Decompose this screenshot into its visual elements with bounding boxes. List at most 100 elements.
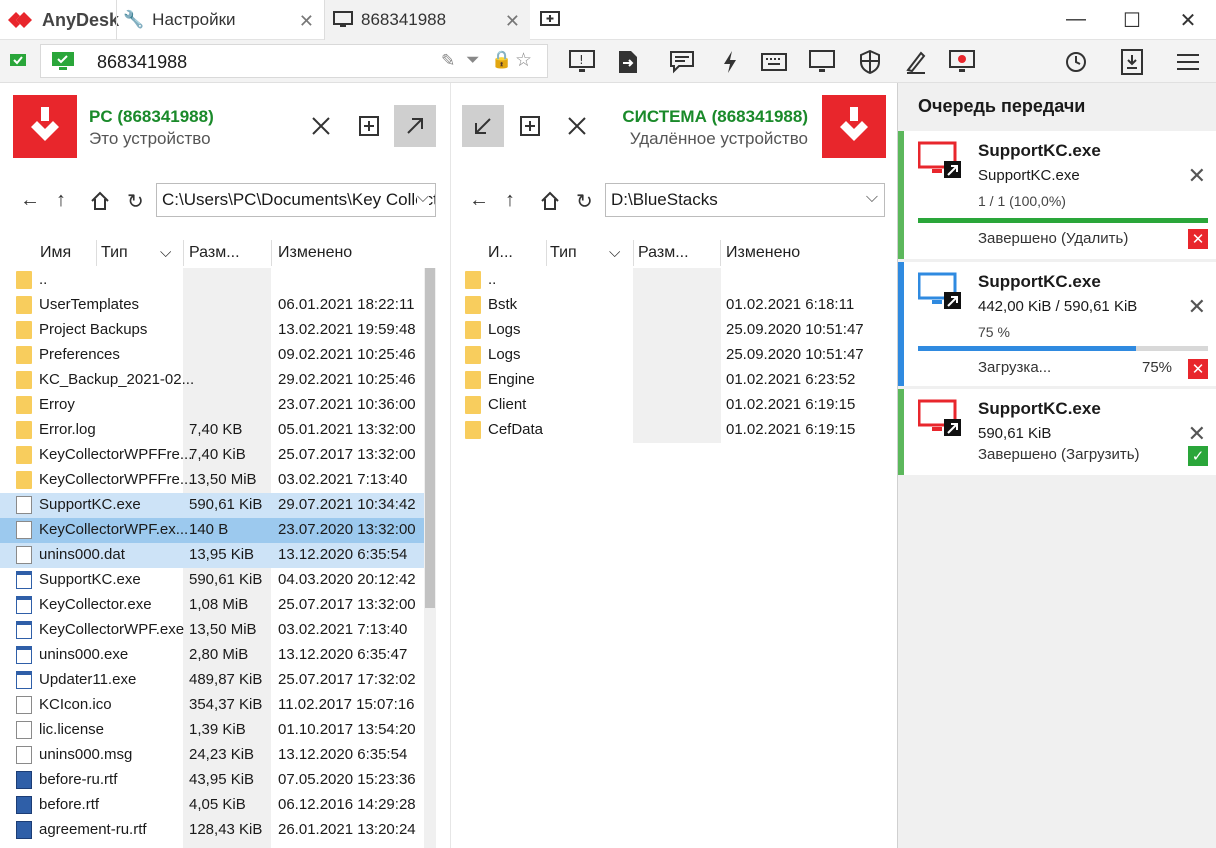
minimize-button[interactable]: — [1064, 8, 1088, 31]
table-row[interactable]: Erroy 23.07.2021 10:36:00 [0, 393, 424, 418]
delete-x-icon[interactable]: ✕ [1188, 229, 1208, 249]
col-modified[interactable]: Изменено [726, 244, 800, 262]
table-row[interactable]: agreement-ru.rtf 128,43 KiB 26.01.2021 13:… [0, 818, 424, 843]
table-row[interactable]: Logs 25.09.2020 10:51:47 [451, 343, 897, 368]
back-arrow-icon[interactable]: ← [20, 189, 40, 212]
tab-settings-label: Настройки [152, 10, 236, 29]
exe-file-icon [16, 596, 32, 614]
lock-icon[interactable]: 🔒 [491, 50, 512, 70]
table-row[interactable]: lic.license 1,39 KiB 01.10.2017 13:54:20 [0, 718, 424, 743]
col-modified[interactable]: Изменено [278, 244, 352, 262]
file-icon [16, 746, 32, 764]
table-row[interactable]: before.rtf 4,05 KiB 06.12.2016 14:29:28 [0, 793, 424, 818]
close-tab-icon[interactable]: ✕ [299, 11, 314, 32]
table-row[interactable]: unins000.dat 13,95 KiB 13.12.2020 6:35:54 [0, 543, 424, 568]
table-row[interactable]: KeyCollectorWPFFre... 7,40 KiB 25.07.2017 … [0, 443, 424, 468]
table-row[interactable]: KeyCollector.exe 1,08 MiB 25.07.2017 13:32… [0, 593, 424, 618]
sort-chevron-icon[interactable]: ⌵ [160, 244, 171, 261]
whiteboard-button[interactable] [902, 48, 930, 76]
display-button[interactable] [808, 48, 836, 76]
col-type[interactable]: Тип [101, 244, 128, 262]
table-row[interactable]: KCIcon.ico 354,37 KiB 11.02.2017 15:07:16 [0, 693, 424, 718]
remote-new-folder-button[interactable] [509, 105, 551, 147]
scrollbar-thumb[interactable] [425, 268, 435, 608]
close-window-button[interactable]: ✕ [1176, 8, 1200, 33]
keyboard-button[interactable] [760, 48, 788, 76]
file-transfer-button[interactable] [614, 48, 642, 76]
address-bar[interactable]: 868341988 ✎ ⏷ 🔒 ☆ [40, 44, 548, 78]
menu-button[interactable] [1174, 48, 1202, 76]
local-path-input[interactable]: C:\Users\PC\Documents\Key Collector ⌵ [156, 183, 436, 217]
file-size: 13,50 MiB [189, 471, 257, 488]
table-row[interactable]: KeyCollectorWPF.exe 13,50 MiB 03.02.2021 7… [0, 618, 424, 643]
table-row[interactable]: Updater11.exe 489,87 KiB 25.07.2017 17:32:… [0, 668, 424, 693]
table-row[interactable]: .. [0, 268, 424, 293]
history-button[interactable] [1062, 48, 1090, 76]
request-elevation-button[interactable]: ! [568, 48, 596, 76]
remove-item-icon[interactable]: ✕ [1188, 294, 1206, 320]
record-button[interactable] [948, 48, 976, 76]
upload-button[interactable] [394, 105, 436, 147]
table-row[interactable]: KC_Backup_2021-02... 29.02.2021 10:25:46 [0, 368, 424, 393]
sort-chevron-icon[interactable]: ⌵ [609, 244, 620, 261]
local-scrollbar[interactable] [424, 268, 436, 848]
remote-path-input[interactable]: D:\BlueStacks ⌵ [605, 183, 885, 217]
file-size: 590,61 KiB [189, 571, 263, 588]
delete-x-icon[interactable]: ✕ [1188, 359, 1208, 379]
filter-icon[interactable]: ⏷ [466, 50, 480, 70]
file-icon [16, 546, 32, 564]
table-row[interactable]: Engine 01.02.2021 6:23:52 [451, 368, 897, 393]
table-row[interactable]: KeyCollectorWPFFre... 13,50 MiB 03.02.2021… [0, 468, 424, 493]
table-row[interactable]: unins000.msg 24,23 KiB 13.12.2020 6:35:54 [0, 743, 424, 768]
chevron-down-icon[interactable]: ⌵ [416, 189, 429, 207]
back-arrow-icon[interactable]: ← [469, 189, 489, 212]
download-button[interactable] [462, 105, 504, 147]
table-row[interactable]: unins000.exe 2,80 MiB 13.12.2020 6:35:47 [0, 643, 424, 668]
table-row[interactable]: Client 01.02.2021 6:19:15 [451, 393, 897, 418]
close-tab-icon[interactable]: ✕ [505, 11, 520, 32]
table-row[interactable]: Logs 25.09.2020 10:51:47 [451, 318, 897, 343]
col-size[interactable]: Разм... [189, 244, 240, 262]
table-row[interactable]: Preferences 09.02.2021 10:25:46 [0, 343, 424, 368]
edit-icon[interactable]: ✎ [441, 51, 455, 71]
table-row[interactable]: KeyCollectorWPF.ex... 140 B 23.07.2020 13:… [0, 518, 424, 543]
col-name[interactable]: Имя [40, 244, 71, 262]
maximize-button[interactable]: ☐ [1120, 8, 1144, 33]
home-icon[interactable] [540, 191, 560, 211]
table-row[interactable]: before-ru.rtf 43,95 KiB 07.05.2020 15:23:3… [0, 768, 424, 793]
up-arrow-icon[interactable]: ↑ [56, 189, 66, 212]
remote-close-button[interactable] [556, 105, 598, 147]
home-icon[interactable] [90, 191, 110, 211]
table-row[interactable]: UserTemplates 06.01.2021 18:22:11 [0, 293, 424, 318]
permissions-button[interactable] [856, 48, 884, 76]
file-modified: 23.07.2021 10:36:00 [278, 396, 416, 413]
col-name[interactable]: И... [488, 244, 513, 262]
rtf-document-icon [16, 796, 32, 814]
table-row[interactable]: SupportKC.exe 590,61 KiB 04.03.2020 20:12:… [0, 568, 424, 593]
table-row[interactable]: .. [451, 268, 897, 293]
table-row[interactable]: CefData 01.02.2021 6:19:15 [451, 418, 897, 443]
refresh-icon[interactable]: ↻ [576, 189, 593, 214]
local-new-folder-button[interactable] [348, 105, 390, 147]
remove-item-icon[interactable]: ✕ [1188, 421, 1206, 447]
install-button[interactable] [1118, 48, 1146, 76]
chevron-down-icon[interactable]: ⌵ [865, 189, 878, 207]
remove-item-icon[interactable]: ✕ [1188, 163, 1206, 189]
table-row[interactable]: Bstk 01.02.2021 6:18:11 [451, 293, 897, 318]
favorite-star-icon[interactable]: ☆ [515, 49, 532, 72]
tab-session[interactable]: 868341988 ✕ [324, 0, 530, 40]
chat-button[interactable] [668, 48, 696, 76]
refresh-icon[interactable]: ↻ [127, 189, 144, 214]
up-arrow-icon[interactable]: ↑ [505, 189, 515, 212]
actions-button[interactable] [716, 48, 744, 76]
table-row[interactable]: Error.log 7,40 KB 05.01.2021 13:32:00 [0, 418, 424, 443]
checkmark-icon[interactable]: ✓ [1188, 446, 1208, 466]
col-type[interactable]: Тип [550, 244, 577, 262]
file-modified: 04.03.2020 20:12:42 [278, 571, 416, 588]
table-row[interactable]: Project Backups 13.02.2021 19:59:48 [0, 318, 424, 343]
table-row[interactable]: SupportKC.exe 590,61 KiB 29.07.2021 10:34:… [0, 493, 424, 518]
tab-settings[interactable]: 🔧 Настройки ✕ [116, 0, 324, 40]
col-size[interactable]: Разм... [638, 244, 689, 262]
local-close-button[interactable] [300, 105, 342, 147]
new-tab-button[interactable] [540, 10, 560, 35]
